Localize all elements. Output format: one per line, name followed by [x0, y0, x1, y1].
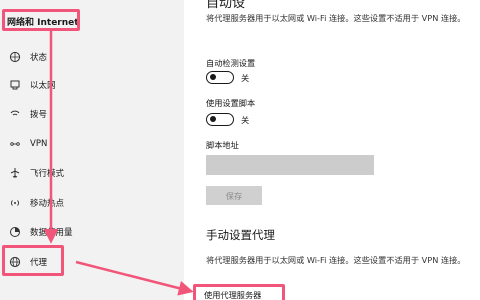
save-button[interactable]: 保存: [206, 186, 262, 205]
sidebar-item-hotspot[interactable]: 移动热点: [0, 190, 184, 216]
use-script-label: 使用设置脚本: [206, 98, 256, 108]
use-script-toggle-row: 关: [206, 113, 249, 126]
sidebar-item-proxy[interactable]: 代理: [0, 249, 184, 275]
auto-detect-toggle-row: 关: [206, 71, 249, 84]
sidebar-item-label: 拨号: [30, 110, 48, 120]
vpn-icon: [9, 138, 21, 150]
sidebar-item-status[interactable]: 状态: [0, 44, 184, 70]
sidebar-item-vpn[interactable]: VPN: [0, 131, 184, 157]
sidebar-item-label: VPN: [30, 139, 48, 149]
sidebar-item-label: 状态: [30, 53, 48, 63]
toggle-knob: [209, 74, 216, 80]
manual-proxy-description: 将代理服务器用于以太网或 Wi-Fi 连接。这些设置不适用于 VPN 连接。: [206, 255, 466, 265]
manual-proxy-heading: 手动设置代理: [206, 228, 275, 242]
auto-detect-toggle[interactable]: [206, 71, 234, 84]
sidebar-item-label: 代理: [30, 258, 48, 268]
script-address-label: 脚本地址: [206, 140, 239, 150]
sidebar-item-label: 数据使用量: [30, 228, 73, 238]
sidebar-section-title: 网络和 Internet: [7, 18, 79, 28]
dialup-icon: [9, 108, 21, 120]
use-script-toggle[interactable]: [206, 113, 234, 126]
data-usage-icon: [9, 226, 21, 238]
auto-detect-state: 关: [241, 72, 250, 83]
ethernet-icon: [9, 79, 21, 91]
sidebar-item-label: 以太网: [30, 81, 56, 91]
sidebar-item-data-usage[interactable]: 数据使用量: [0, 219, 184, 245]
sidebar-item-ethernet[interactable]: 以太网: [0, 72, 184, 98]
auto-proxy-heading-partial: 自动设: [206, 0, 246, 11]
proxy-globe-icon: [9, 256, 21, 268]
globe-status-icon: [9, 51, 21, 63]
script-address-input[interactable]: [206, 155, 374, 175]
use-script-state: 关: [241, 114, 250, 125]
sidebar-item-label: 飞行模式: [30, 169, 65, 179]
use-proxy-server-label: 使用代理服务器: [204, 290, 262, 300]
settings-sidebar: 网络和 Internet 状态 以太网 拨号 VPN 飞行模式 移动热点 数据使…: [0, 0, 184, 300]
auto-proxy-description: 将代理服务器用于以太网或 Wi-Fi 连接。这些设置不适用于 VPN 连接。: [206, 13, 466, 23]
sidebar-item-dialup[interactable]: 拨号: [0, 101, 184, 127]
sidebar-item-airplane[interactable]: 飞行模式: [0, 160, 184, 186]
sidebar-item-label: 移动热点: [30, 199, 65, 209]
auto-detect-label: 自动检测设置: [206, 58, 256, 68]
proxy-settings-pane: 自动设 将代理服务器用于以太网或 Wi-Fi 连接。这些设置不适用于 VPN 连…: [184, 0, 480, 300]
hotspot-icon: [9, 197, 21, 209]
toggle-knob: [209, 116, 216, 122]
airplane-icon: [9, 167, 21, 179]
